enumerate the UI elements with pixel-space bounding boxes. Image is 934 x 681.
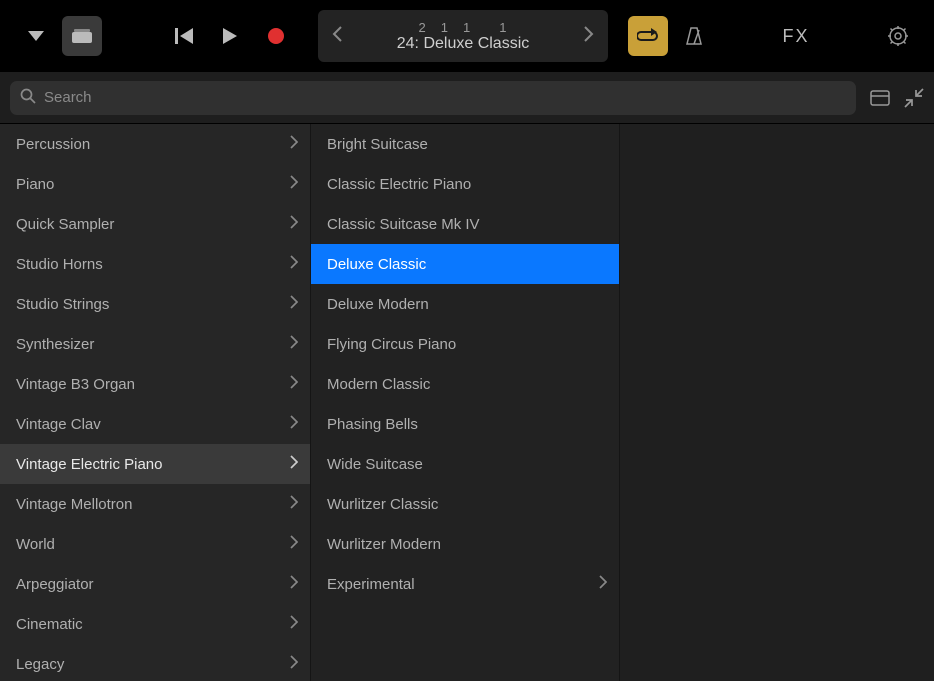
category-label: Vintage Electric Piano	[16, 456, 162, 473]
preset-row[interactable]: Deluxe Classic	[311, 244, 619, 284]
preset-label: Flying Circus Piano	[327, 336, 456, 353]
preset-row[interactable]: Wurlitzer Classic	[311, 484, 619, 524]
preset-row[interactable]: Classic Suitcase Mk IV	[311, 204, 619, 244]
fx-button[interactable]: FX	[769, 18, 824, 55]
cycle-button[interactable]	[628, 16, 668, 56]
chevron-right-icon	[290, 135, 298, 153]
preset-label: Classic Suitcase Mk IV	[327, 216, 480, 233]
lcd-position: 2 1 1 1	[419, 20, 508, 35]
preset-row[interactable]: Bright Suitcase	[311, 124, 619, 164]
chevron-right-icon	[290, 495, 298, 513]
category-label: Studio Horns	[16, 256, 103, 273]
category-label: Percussion	[16, 136, 90, 153]
collapse-button[interactable]	[904, 88, 924, 108]
preset-row[interactable]: Deluxe Modern	[311, 284, 619, 324]
search-bar	[0, 72, 934, 124]
category-row[interactable]: Vintage Clav	[0, 404, 310, 444]
preset-label: Experimental	[327, 576, 415, 593]
lcd-display: 2 1 1 1 24: Deluxe Classic	[318, 10, 608, 62]
preset-row[interactable]: Phasing Bells	[311, 404, 619, 444]
lcd-content[interactable]: 2 1 1 1 24: Deluxe Classic	[348, 20, 578, 53]
category-row[interactable]: Quick Sampler	[0, 204, 310, 244]
view-mode-button[interactable]	[870, 90, 890, 106]
lcd-next-button[interactable]	[578, 22, 600, 50]
category-label: Piano	[16, 176, 54, 193]
category-row[interactable]: Synthesizer	[0, 324, 310, 364]
library-browser: Percussion Piano Quick Sampler Studio Horns…	[0, 124, 934, 681]
play-button[interactable]	[210, 16, 250, 56]
chevron-right-icon	[290, 255, 298, 273]
search-icon	[20, 88, 36, 108]
preset-row[interactable]: Wurlitzer Modern	[311, 524, 619, 564]
preset-label: Wurlitzer Classic	[327, 496, 438, 513]
preset-row[interactable]: Flying Circus Piano	[311, 324, 619, 364]
settings-gear-button[interactable]	[878, 16, 918, 56]
chevron-right-icon	[290, 655, 298, 673]
category-label: Vintage Mellotron	[16, 496, 132, 513]
previous-button[interactable]	[164, 16, 204, 56]
category-column: Percussion Piano Quick Sampler Studio Horns…	[0, 124, 310, 681]
preset-row[interactable]: Wide Suitcase	[311, 444, 619, 484]
chevron-right-icon	[290, 375, 298, 393]
preset-row[interactable]: Experimental	[311, 564, 619, 604]
chevron-right-icon	[290, 335, 298, 353]
category-label: Arpeggiator	[16, 576, 94, 593]
category-label: Studio Strings	[16, 296, 109, 313]
category-label: Quick Sampler	[16, 216, 114, 233]
lcd-patch-title: 24: Deluxe Classic	[397, 35, 530, 53]
category-row[interactable]: Vintage Mellotron	[0, 484, 310, 524]
category-row[interactable]: Vintage B3 Organ	[0, 364, 310, 404]
preset-label: Modern Classic	[327, 376, 430, 393]
lcd-prev-button[interactable]	[326, 22, 348, 50]
category-row[interactable]: Cinematic	[0, 604, 310, 644]
chevron-right-icon	[290, 535, 298, 553]
chevron-right-icon	[290, 455, 298, 473]
preset-label: Deluxe Modern	[327, 296, 429, 313]
library-button[interactable]	[62, 16, 102, 56]
category-row[interactable]: Percussion	[0, 124, 310, 164]
category-row[interactable]: Studio Horns	[0, 244, 310, 284]
chevron-right-icon	[290, 415, 298, 433]
preset-label: Wurlitzer Modern	[327, 536, 441, 553]
category-label: Synthesizer	[16, 336, 94, 353]
chevron-right-icon	[290, 175, 298, 193]
metronome-button[interactable]	[674, 16, 714, 56]
chevron-right-icon	[599, 575, 607, 593]
preset-column: Bright Suitcase Classic Electric Piano Cla…	[310, 124, 620, 681]
category-row[interactable]: Piano	[0, 164, 310, 204]
category-label: Cinematic	[16, 616, 83, 633]
category-label: Vintage B3 Organ	[16, 376, 135, 393]
category-row[interactable]: Vintage Electric Piano	[0, 444, 310, 484]
category-label: World	[16, 536, 55, 553]
preset-label: Bright Suitcase	[327, 136, 428, 153]
record-button[interactable]	[256, 16, 296, 56]
preset-label: Classic Electric Piano	[327, 176, 471, 193]
category-label: Legacy	[16, 656, 64, 673]
search-field[interactable]	[10, 81, 856, 115]
chevron-right-icon	[290, 575, 298, 593]
preset-row[interactable]: Modern Classic	[311, 364, 619, 404]
top-toolbar: 2 1 1 1 24: Deluxe Classic FX	[0, 0, 934, 72]
detail-column	[620, 124, 934, 681]
menu-dropdown-button[interactable]	[16, 16, 56, 56]
category-row[interactable]: World	[0, 524, 310, 564]
chevron-right-icon	[290, 215, 298, 233]
search-input[interactable]	[44, 89, 846, 106]
chevron-right-icon	[290, 615, 298, 633]
category-row[interactable]: Arpeggiator	[0, 564, 310, 604]
preset-label: Phasing Bells	[327, 416, 418, 433]
category-row[interactable]: Legacy	[0, 644, 310, 681]
chevron-right-icon	[290, 295, 298, 313]
preset-row[interactable]: Classic Electric Piano	[311, 164, 619, 204]
preset-label: Deluxe Classic	[327, 256, 426, 273]
category-row[interactable]: Studio Strings	[0, 284, 310, 324]
preset-label: Wide Suitcase	[327, 456, 423, 473]
category-label: Vintage Clav	[16, 416, 101, 433]
